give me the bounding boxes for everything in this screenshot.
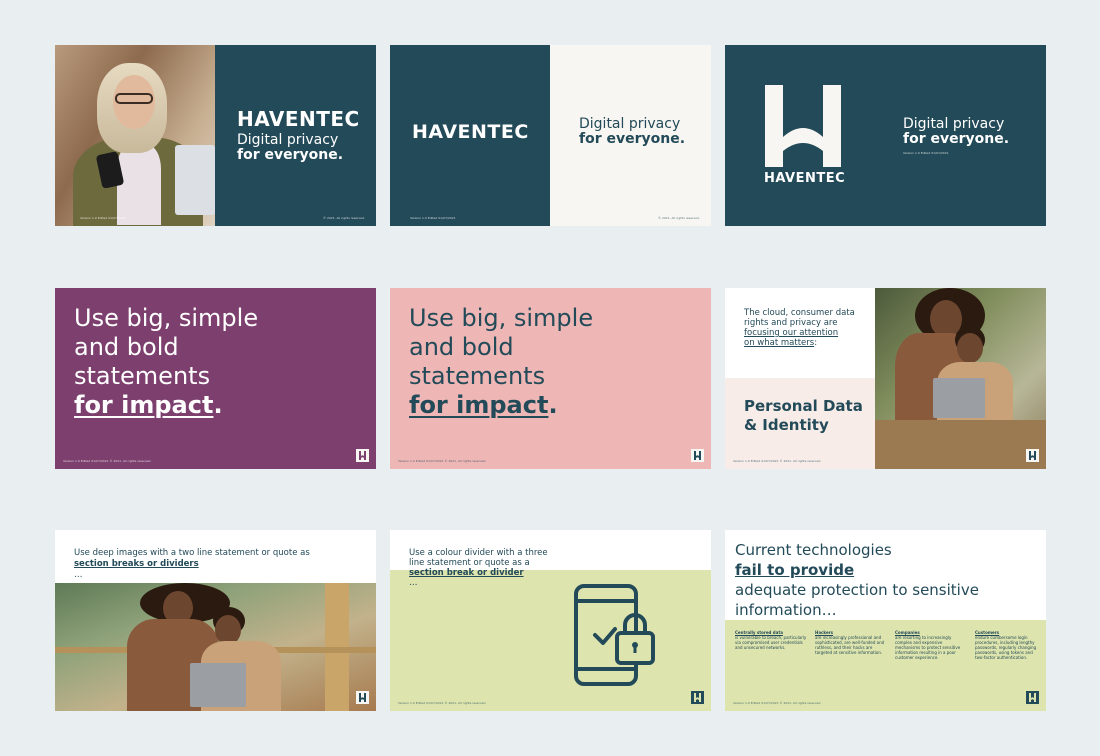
slide-personal-data[interactable]: The cloud, consumer data rights and priv… [725, 288, 1046, 469]
footer-version: Version 1.0 Edited 01/07/2021 © 2021. Al… [733, 459, 822, 463]
haventec-h-logo-icon [1026, 691, 1039, 704]
footer-copyright: © 2021. All rights reserved. [323, 216, 365, 220]
haventec-h-logo-icon [691, 691, 704, 704]
slide-brand-split[interactable]: HAVENTEC Digital privacy for everyone. V… [390, 45, 711, 226]
phone-check-lock-icon [574, 584, 655, 686]
two-people-laptop-photo [875, 288, 1046, 469]
brand-tagline: Digital privacy for everyone. [903, 116, 1010, 147]
footer-version: Version 1.0 Edited 01/07/2021 © 2021. Al… [398, 459, 487, 463]
haventec-h-logo-icon [356, 691, 369, 704]
column-centrally-stored-data: Centrally stored data is vulnerable to b… [735, 630, 807, 650]
footer-version: Version 1.0 Edited 01/07/2021 © 2021. Al… [733, 701, 822, 705]
slide-brand-logo[interactable]: HAVENTEC Digital privacy for everyone. V… [725, 45, 1046, 226]
two-people-laptop-photo [55, 583, 376, 711]
brand-tagline: Digital privacy for everyone. [237, 132, 344, 163]
colour-divider-text: Use a colour divider with a three line s… [409, 548, 548, 588]
slide-brand-photo[interactable]: HAVENTEC Digital privacy for everyone. V… [55, 45, 376, 226]
haventec-h-logo-icon [765, 85, 841, 167]
intro-text: The cloud, consumer data rights and priv… [744, 308, 855, 348]
bold-statement: Use big, simple and bold statements for … [74, 304, 259, 419]
woman-with-phone-photo [55, 45, 215, 226]
footer-copyright: © 2021. All rights reserved. [658, 216, 700, 220]
footer-version: Version 1.0 Edited 01/07/2021 © 2021. Al… [63, 459, 152, 463]
brand-wordmark: HAVENTEC [237, 107, 360, 131]
column-companies: Companies are resorting to increasingly … [895, 630, 961, 660]
slide-statement-purple[interactable]: Use big, simple and bold statements for … [55, 288, 376, 469]
haventec-h-logo-icon [1026, 449, 1039, 462]
brand-tagline: Digital privacy for everyone. [579, 116, 686, 147]
haventec-h-logo-icon [691, 449, 704, 462]
bold-statement: Use big, simple and bold statements for … [409, 304, 594, 419]
section-break-text: Use deep images with a two line statemen… [74, 548, 310, 580]
haventec-h-logo-icon [356, 449, 369, 462]
footer-version: Version 1.0 Edited 01/07/2021 © 2021. Al… [398, 701, 487, 705]
slide-heading: Current technologies fail to provide ade… [735, 541, 979, 619]
slide-section-break-photo[interactable]: Use deep images with a two line statemen… [55, 530, 376, 711]
footer-version: Version 1.0 Edited 01/07/2021 [410, 216, 456, 220]
slide-statement-pink[interactable]: Use big, simple and bold statements for … [390, 288, 711, 469]
column-hackers: Hackers are increasingly professional an… [815, 630, 885, 655]
footer-version: Version 1.0 Edited 01/07/2021 [903, 151, 949, 155]
section-title: Personal Data & Identity [744, 397, 863, 434]
footer-version: Version 1.0 Edited 01/07/2021 [80, 216, 126, 220]
slide-colour-divider[interactable]: Use a colour divider with a three line s… [390, 530, 711, 711]
brand-wordmark: HAVENTEC [764, 171, 846, 186]
slide-current-technologies[interactable]: Current technologies fail to provide ade… [725, 530, 1046, 711]
column-customers: Customers endure cumbersome login proced… [975, 630, 1037, 660]
brand-wordmark: HAVENTEC [412, 121, 529, 143]
